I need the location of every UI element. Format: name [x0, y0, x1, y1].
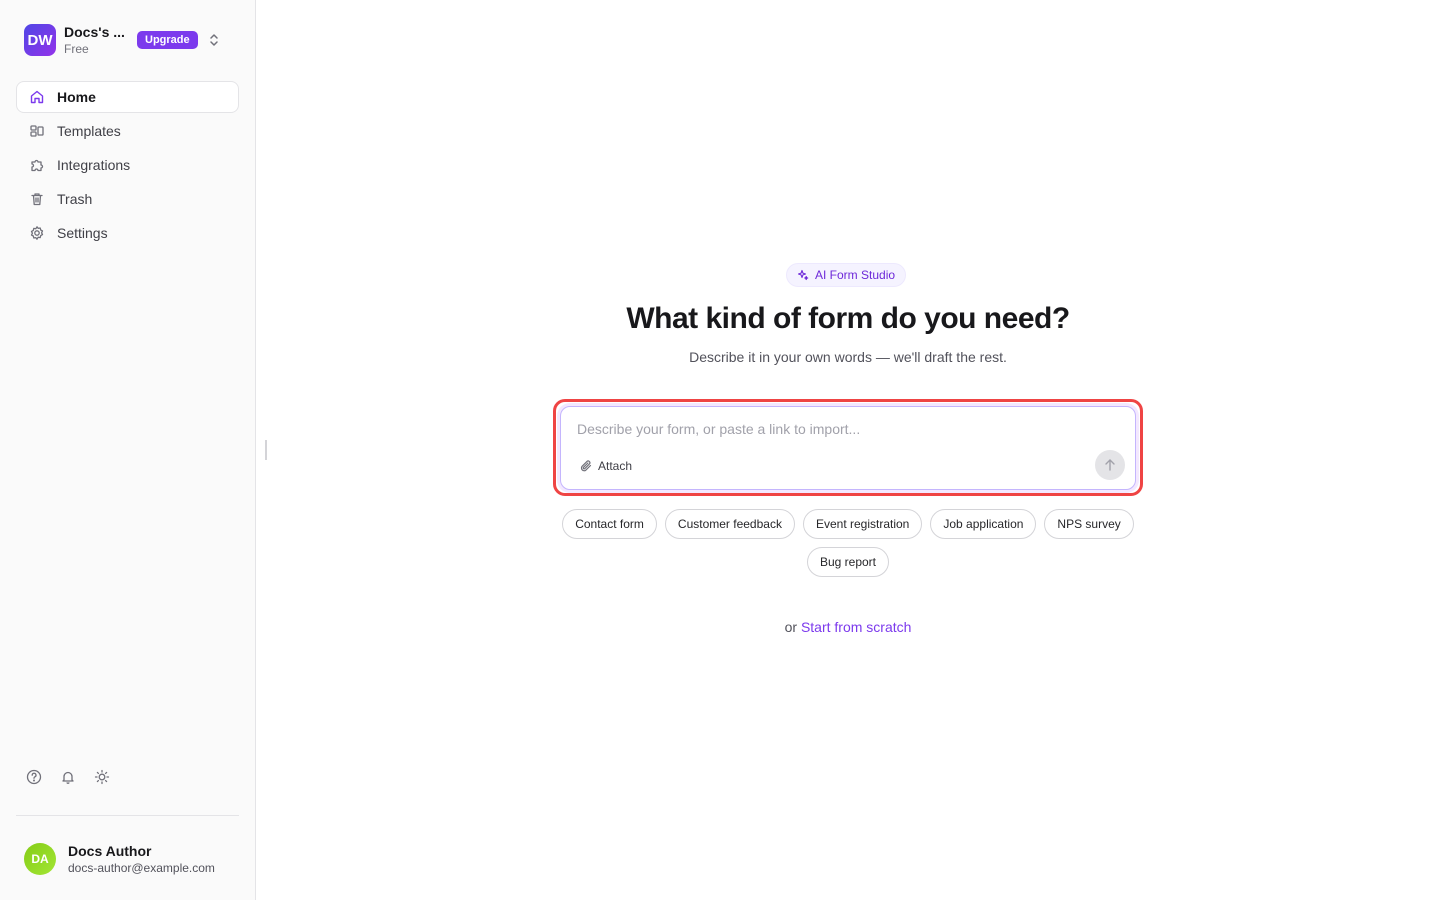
suggestion-chip[interactable]: Job application [930, 509, 1037, 539]
workspace-name: Docs's ... [64, 24, 125, 40]
help-icon[interactable] [26, 769, 42, 785]
prompt-box: Attach [560, 406, 1136, 490]
ai-studio-badge: AI Form Studio [786, 263, 907, 287]
puzzle-icon [31, 159, 44, 172]
scratch-prefix: or [784, 619, 798, 635]
avatar: DA [24, 843, 56, 875]
prompt-input[interactable] [577, 421, 1077, 437]
sun-icon[interactable] [94, 769, 110, 785]
sidebar-item-label: Trash [57, 191, 93, 207]
send-button[interactable] [1095, 450, 1125, 480]
bell-icon[interactable] [60, 769, 76, 785]
user-info: Docs Author docs-author@example.com [68, 843, 215, 875]
upgrade-button[interactable]: Upgrade [137, 31, 198, 49]
attach-label: Attach [598, 459, 633, 473]
start-from-scratch-line: or Start from scratch [548, 619, 1148, 635]
suggestion-chip[interactable]: Event registration [802, 509, 923, 539]
page-title: What kind of form do you need? [626, 302, 1070, 335]
sidebar-item-settings[interactable]: Settings [16, 217, 239, 249]
user-email: docs-author@example.com [68, 861, 215, 875]
user-profile[interactable]: DA Docs Author docs-author@example.com [24, 843, 215, 875]
sparkles-icon [797, 269, 809, 281]
paperclip-icon [580, 460, 592, 472]
suggestion-chip[interactable]: Contact form [562, 509, 657, 539]
sidebar-item-templates[interactable]: Templates [16, 115, 239, 147]
sidebar-divider [16, 815, 239, 816]
suggestion-chip[interactable]: Bug report [806, 547, 890, 577]
workspace-info: Docs's ... Free [64, 24, 136, 56]
home-icon [30, 90, 44, 104]
workspace-plan: Free [64, 42, 89, 56]
chevrons-up-down-icon[interactable] [206, 32, 222, 48]
sidebar-item-trash[interactable]: Trash [16, 183, 239, 215]
sidebar-resize-handle[interactable] [265, 440, 267, 460]
suggestion-chip[interactable]: NPS survey [1044, 509, 1134, 539]
trash-icon [31, 193, 43, 206]
sidebar-item-integrations[interactable]: Integrations [16, 149, 239, 181]
start-from-scratch-link[interactable]: Start from scratch [801, 619, 911, 635]
page-subtitle: Describe it in your own words — we'll dr… [689, 349, 1007, 365]
sidebar: DW Docs's ... Free Upgrade Home Template… [0, 0, 256, 900]
workspace-switcher[interactable]: DW Docs's ... Free Upgrade [16, 16, 240, 64]
workspace-avatar: DW [24, 24, 56, 56]
sidebar-nav: Home Templates Integrations Trash Settin… [16, 81, 239, 251]
sidebar-item-label: Integrations [57, 157, 131, 173]
suggestion-chips: Contact form Customer feedback Event reg… [548, 509, 1148, 577]
arrow-up-icon [1105, 459, 1115, 471]
user-name: Docs Author [68, 843, 152, 859]
sidebar-item-label: Home [57, 89, 96, 105]
badge-label: AI Form Studio [815, 268, 896, 282]
templates-icon [30, 125, 44, 137]
sidebar-item-label: Templates [57, 123, 121, 139]
gear-icon [30, 226, 44, 240]
attach-button[interactable]: Attach [579, 459, 632, 473]
sidebar-item-home[interactable]: Home [16, 81, 239, 113]
utility-bar [26, 769, 110, 785]
suggestion-chip[interactable]: Customer feedback [664, 509, 795, 539]
sidebar-item-label: Settings [57, 225, 108, 241]
